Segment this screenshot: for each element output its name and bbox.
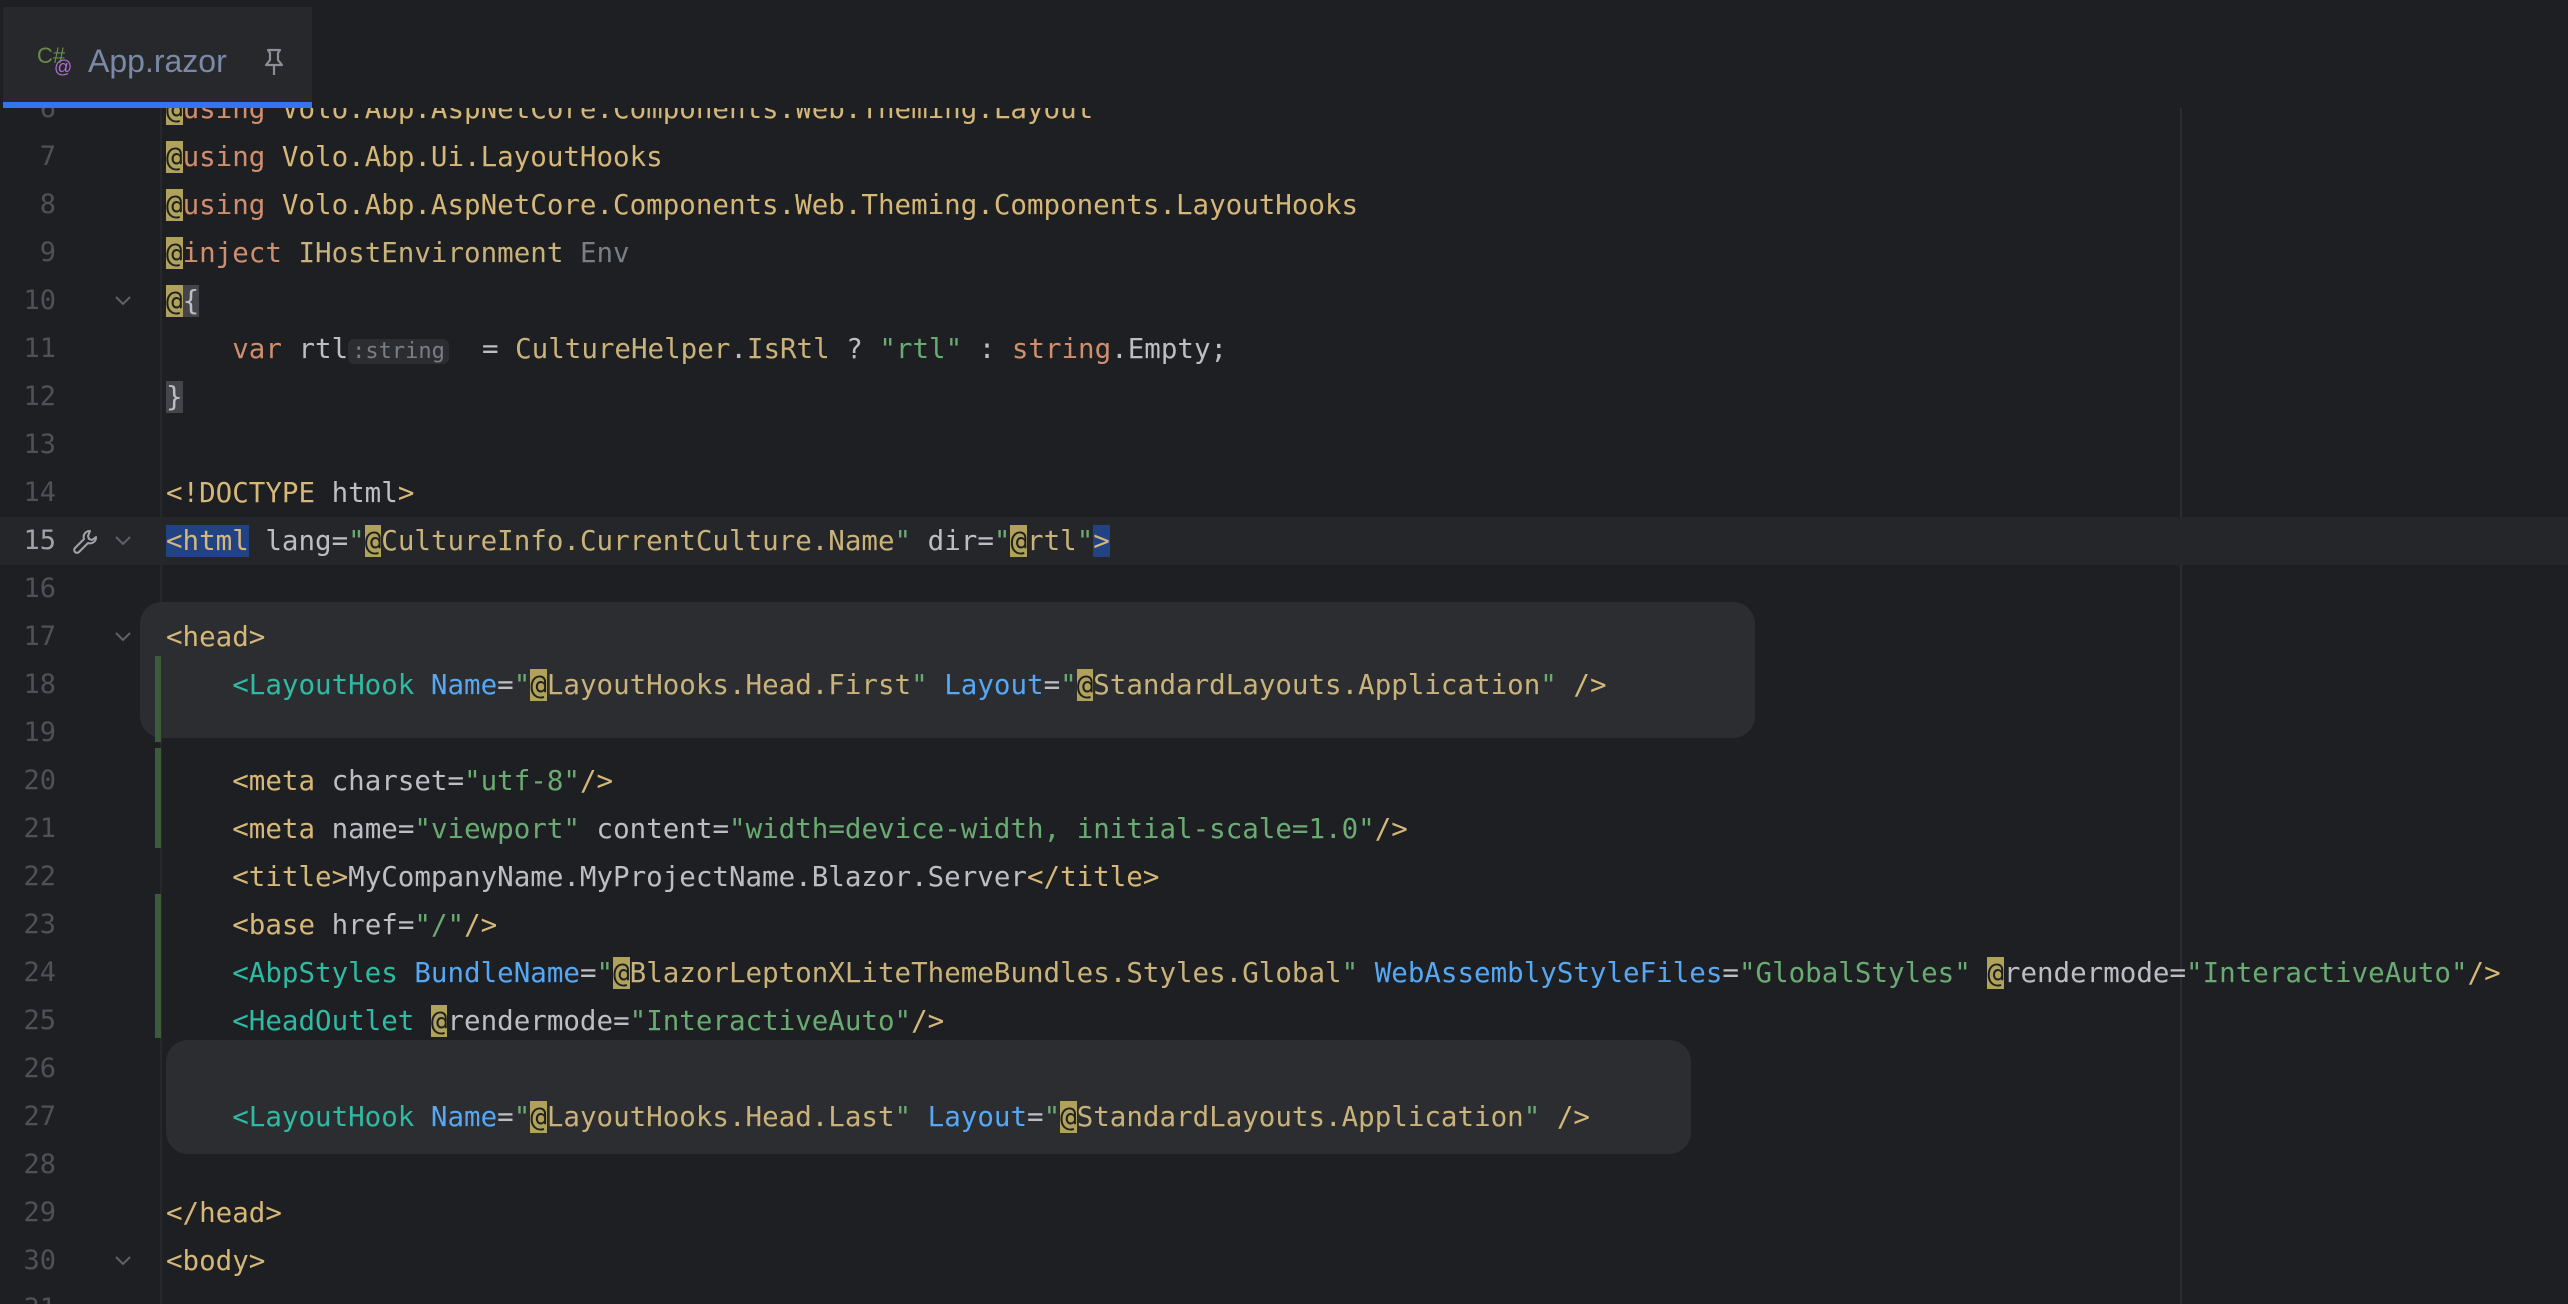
line-number: 31 (0, 1285, 56, 1304)
line-number: 26 (23, 1053, 56, 1084)
csharp-razor-icon: C# @ (37, 43, 73, 77)
code-line[interactable]: 23 <base href="/"/> (0, 901, 2568, 949)
line-number: 28 (23, 1149, 56, 1180)
line-number: 15 (23, 525, 56, 556)
code-line[interactable]: 30 <body> (0, 1237, 2568, 1285)
code-line[interactable]: 31 (0, 1285, 2568, 1304)
code-text[interactable]: <meta name="viewport" content="width=dev… (166, 805, 1408, 853)
code-text[interactable]: @using Volo.Abp.AspNetCore.Components.We… (166, 181, 1358, 229)
code-line[interactable]: 11 var rtl:string = CultureHelper.IsRtl … (0, 325, 2568, 373)
line-number: 25 (23, 1005, 56, 1036)
code-text[interactable]: <body> (166, 1237, 265, 1285)
code-text[interactable]: <meta charset="utf-8"/> (166, 757, 613, 805)
code-text[interactable]: <html lang="@CultureInfo.CurrentCulture.… (166, 517, 1110, 565)
line-number: 30 (23, 1245, 56, 1276)
code-text[interactable]: @inject IHostEnvironment Env (166, 229, 630, 277)
code-line[interactable]: 25 <HeadOutlet @rendermode="InteractiveA… (0, 997, 2568, 1045)
code-line[interactable]: 13 (0, 421, 2568, 469)
code-text[interactable]: </head> (166, 1189, 282, 1237)
line-number: 27 (23, 1101, 56, 1132)
code-line[interactable]: 21 <meta name="viewport" content="width=… (0, 805, 2568, 853)
code-line[interactable]: 17 <head> (0, 613, 2568, 661)
code-line[interactable]: 26 (0, 1045, 2568, 1093)
code-line[interactable]: 14 <!DOCTYPE html> (0, 469, 2568, 517)
line-number: 29 (23, 1197, 56, 1228)
code-editor[interactable]: 6 @using Volo.Abp.AspNetCore.Components.W… (0, 108, 2568, 1304)
chevron-down-icon[interactable] (112, 533, 134, 549)
line-number: 13 (23, 429, 56, 460)
line-number: 21 (23, 813, 56, 844)
line-number: 12 (23, 381, 56, 412)
code-line[interactable]: 9 @inject IHostEnvironment Env (0, 229, 2568, 277)
code-text[interactable]: <!DOCTYPE html> (166, 469, 414, 517)
line-number: 16 (23, 573, 56, 604)
code-line[interactable]: 8 @using Volo.Abp.AspNetCore.Components.W… (0, 181, 2568, 229)
line-number: 8 (39, 189, 56, 220)
line-number: 24 (23, 957, 56, 988)
line-number: 19 (23, 717, 56, 748)
code-line[interactable]: 22 <title>MyCompanyName.MyProjectName.Bl… (0, 853, 2568, 901)
line-number: 14 (23, 477, 56, 508)
code-text[interactable]: <AbpStyles BundleName="@BlazorLeptonXLit… (166, 949, 2501, 997)
code-line[interactable]: 19 (0, 709, 2568, 757)
line-number: 17 (23, 621, 56, 652)
tab-label: App.razor (88, 43, 227, 79)
line-number: 11 (23, 333, 56, 364)
code-text[interactable]: var rtl:string = CultureHelper.IsRtl ? "… (166, 325, 1227, 373)
code-line[interactable]: 10 @{ (0, 277, 2568, 325)
chevron-down-icon[interactable] (112, 1253, 134, 1269)
code-text[interactable]: <base href="/"/> (166, 901, 497, 949)
code-line[interactable]: 27 <LayoutHook Name="@LayoutHooks.Head.L… (0, 1093, 2568, 1141)
line-number: 9 (39, 237, 56, 268)
line-number: 7 (39, 141, 56, 172)
pin-icon[interactable] (257, 45, 291, 79)
line-number: 22 (23, 861, 56, 892)
code-line[interactable]: 18 <LayoutHook Name="@LayoutHooks.Head.F… (0, 661, 2568, 709)
code-line[interactable]: 15 <html lang="@CultureInfo.CurrentCultur… (0, 517, 2568, 565)
code-text[interactable]: <HeadOutlet @rendermode="InteractiveAuto… (166, 997, 944, 1045)
code-text[interactable]: } (166, 373, 183, 421)
code-text[interactable]: <LayoutHook Name="@LayoutHooks.Head.Firs… (166, 661, 1607, 709)
code-line[interactable]: 28 (0, 1141, 2568, 1189)
code-line[interactable]: 6 @using Volo.Abp.AspNetCore.Components.W… (0, 108, 2568, 133)
code-text[interactable]: <LayoutHook Name="@LayoutHooks.Head.Last… (166, 1093, 1590, 1141)
wrench-icon[interactable] (70, 527, 100, 557)
line-number: 6 (39, 108, 56, 124)
code-text[interactable]: <title>MyCompanyName.MyProjectName.Blazo… (166, 853, 1159, 901)
code-line[interactable]: 20 <meta charset="utf-8"/> (0, 757, 2568, 805)
code-line[interactable]: 12} (0, 373, 2568, 421)
chevron-down-icon[interactable] (112, 293, 134, 309)
line-number: 23 (23, 909, 56, 940)
code-line[interactable]: 24 <AbpStyles BundleName="@BlazorLeptonX… (0, 949, 2568, 997)
line-number: 20 (23, 765, 56, 796)
code-text[interactable]: @using Volo.Abp.AspNetCore.Components.We… (166, 108, 1093, 133)
code-text[interactable]: @using Volo.Abp.Ui.LayoutHooks (166, 133, 663, 181)
code-line[interactable]: 7 @using Volo.Abp.Ui.LayoutHooks (0, 133, 2568, 181)
editor-tab-bar: C# @ App.razor (0, 0, 2568, 109)
line-number: 18 (23, 669, 56, 700)
chevron-down-icon[interactable] (112, 629, 134, 645)
code-text[interactable]: <head> (166, 613, 265, 661)
code-text[interactable]: @{ (166, 277, 200, 325)
tab-app-razor[interactable]: C# @ App.razor (3, 7, 312, 108)
code-line[interactable]: 16 (0, 565, 2568, 613)
line-number: 10 (23, 285, 56, 316)
code-line[interactable]: 29 </head> (0, 1189, 2568, 1237)
